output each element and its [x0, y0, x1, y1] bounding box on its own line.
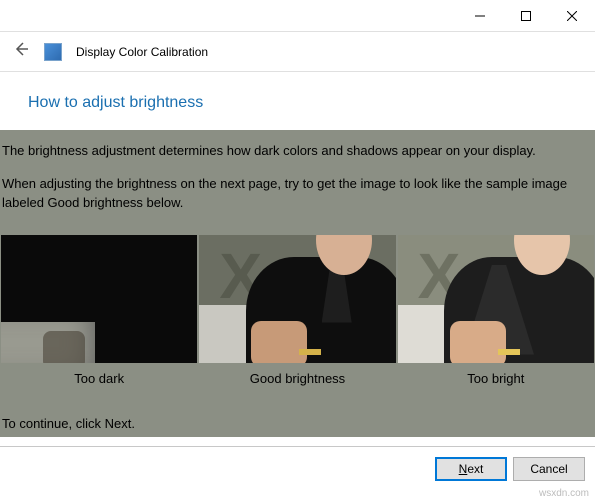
caption-too-dark: Too dark: [1, 363, 197, 392]
minimize-icon: [475, 11, 485, 21]
window-titlebar: [0, 0, 595, 32]
sample-too-dark: Too dark: [1, 235, 197, 392]
intro-paragraph-1: The brightness adjustment determines how…: [0, 140, 595, 161]
maximize-button[interactable]: [503, 0, 549, 31]
sample-image-too-dark: [1, 235, 197, 363]
back-arrow-icon: [12, 40, 30, 58]
watermark: wsxdn.com: [539, 488, 589, 499]
app-icon: [44, 43, 62, 61]
content-area: The brightness adjustment determines how…: [0, 130, 595, 437]
next-button-label: Next: [459, 462, 484, 476]
minimize-button[interactable]: [457, 0, 503, 31]
sample-good: X Good brightness: [199, 235, 395, 392]
app-title: Display Color Calibration: [76, 45, 208, 59]
wizard-header: Display Color Calibration: [0, 32, 595, 72]
wizard-footer: Next Cancel: [0, 446, 595, 481]
cancel-button[interactable]: Cancel: [513, 457, 585, 481]
sample-too-bright: X Too bright: [398, 235, 594, 392]
sample-row: Too dark X Good brightness X Too bright: [0, 235, 595, 392]
intro-paragraph-2: When adjusting the brightness on the nex…: [0, 161, 595, 231]
sample-image-good: X: [199, 235, 395, 363]
page-heading: How to adjust brightness: [0, 72, 595, 130]
maximize-icon: [521, 11, 531, 21]
close-icon: [567, 11, 577, 21]
caption-good: Good brightness: [199, 363, 395, 392]
next-button[interactable]: Next: [435, 457, 507, 481]
caption-too-bright: Too bright: [398, 363, 594, 392]
cancel-button-label: Cancel: [530, 462, 567, 476]
close-button[interactable]: [549, 0, 595, 31]
back-button[interactable]: [12, 40, 30, 63]
sample-image-too-bright: X: [398, 235, 594, 363]
continue-instruction: To continue, click Next.: [0, 392, 595, 437]
